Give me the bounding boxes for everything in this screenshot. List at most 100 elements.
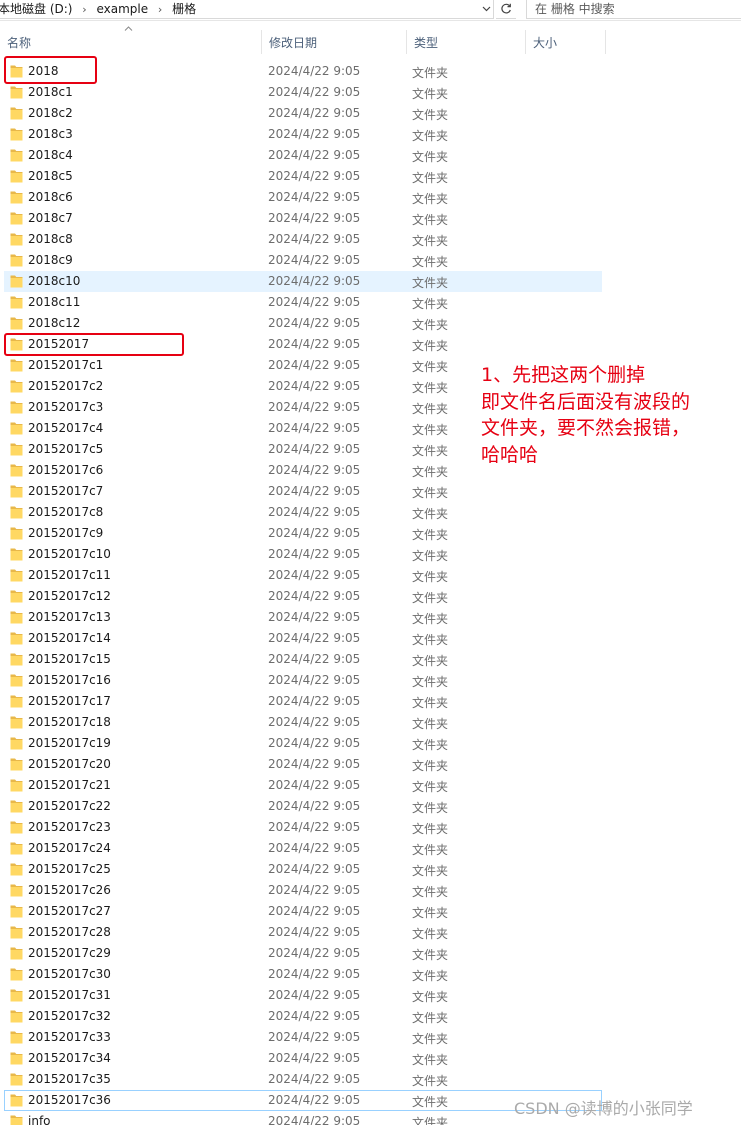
column-header-date-modified[interactable]: 修改日期 [262,20,407,62]
file-row[interactable]: 20152017c14 2024/4/22 9:05 文件夹 [0,628,741,649]
file-type: 文件夹 [412,1116,449,1125]
file-type: 文件夹 [412,717,449,731]
file-row[interactable]: 20152017c23 2024/4/22 9:05 文件夹 [0,817,741,838]
folder-icon [10,107,23,120]
file-row[interactable]: 2018c4 2024/4/22 9:05 文件夹 [0,145,741,166]
file-type: 文件夹 [412,507,449,521]
file-date-modified: 2024/4/22 9:05 [268,274,361,288]
file-name: 2018c3 [28,127,73,141]
file-row[interactable]: 2018c12 2024/4/22 9:05 文件夹 [0,313,741,334]
file-row[interactable]: 2018c8 2024/4/22 9:05 文件夹 [0,229,741,250]
folder-icon [10,1031,23,1044]
file-row[interactable]: 20152017c17 2024/4/22 9:05 文件夹 [0,691,741,712]
file-date-modified: 2024/4/22 9:05 [268,1009,361,1023]
file-type: 文件夹 [412,885,449,899]
file-date-modified: 2024/4/22 9:05 [268,820,361,834]
breadcrumb-example[interactable]: example [94,0,150,18]
file-row[interactable]: 2018c2 2024/4/22 9:05 文件夹 [0,103,741,124]
file-row[interactable]: 20152017c24 2024/4/22 9:05 文件夹 [0,838,741,859]
file-type: 文件夹 [412,276,449,290]
file-name: 20152017c36 [28,1093,111,1107]
file-row[interactable]: 20152017c18 2024/4/22 9:05 文件夹 [0,712,741,733]
file-row[interactable]: 20152017c11 2024/4/22 9:05 文件夹 [0,565,741,586]
file-row[interactable]: 20152017c19 2024/4/22 9:05 文件夹 [0,733,741,754]
folder-icon [10,674,23,687]
file-row[interactable]: 2018c11 2024/4/22 9:05 文件夹 [0,292,741,313]
folder-icon [10,254,23,267]
file-row[interactable]: 20152017c32 2024/4/22 9:05 文件夹 [0,1006,741,1027]
file-row[interactable]: 20152017c22 2024/4/22 9:05 文件夹 [0,796,741,817]
file-row[interactable]: 20152017c26 2024/4/22 9:05 文件夹 [0,880,741,901]
folder-icon [10,779,23,792]
file-name: 2018 [28,64,59,78]
file-date-modified: 2024/4/22 9:05 [268,169,361,183]
file-row[interactable]: 20152017c16 2024/4/22 9:05 文件夹 [0,670,741,691]
file-date-modified: 2024/4/22 9:05 [268,1072,361,1086]
file-name: 20152017c33 [28,1030,111,1044]
chevron-down-icon[interactable] [479,0,493,18]
file-row[interactable]: 20152017c29 2024/4/22 9:05 文件夹 [0,943,741,964]
file-date-modified: 2024/4/22 9:05 [268,127,361,141]
file-type: 文件夹 [412,129,449,143]
file-type: 文件夹 [412,696,449,710]
file-row[interactable]: 2018c5 2024/4/22 9:05 文件夹 [0,166,741,187]
file-row[interactable]: 20152017c8 2024/4/22 9:05 文件夹 [0,502,741,523]
folder-icon [10,86,23,99]
file-row[interactable]: 2018c9 2024/4/22 9:05 文件夹 [0,250,741,271]
file-row[interactable]: 20152017c7 2024/4/22 9:05 文件夹 [0,481,741,502]
column-header-size[interactable]: 大小 [526,20,606,62]
breadcrumb-drive[interactable]: 本地磁盘 (D:) [0,0,74,18]
file-row[interactable]: 20152017c33 2024/4/22 9:05 文件夹 [0,1027,741,1048]
file-name: 2018c9 [28,253,73,267]
folder-icon [10,863,23,876]
column-header-type[interactable]: 类型 [407,20,526,62]
file-row[interactable]: 20152017c21 2024/4/22 9:05 文件夹 [0,775,741,796]
file-row[interactable]: 2018c7 2024/4/22 9:05 文件夹 [0,208,741,229]
file-list: 2018 2024/4/22 9:05 文件夹 2018c1 2024/4/22… [0,61,741,1125]
column-header-name[interactable]: 名称 [0,20,262,62]
file-row[interactable]: 20152017c34 2024/4/22 9:05 文件夹 [0,1048,741,1069]
file-type: 文件夹 [412,318,449,332]
folder-icon [10,422,23,435]
file-name: 20152017 [28,337,90,351]
breadcrumb[interactable]: 本地磁盘 (D:) › example › 栅格 [0,0,494,19]
breadcrumb-current-folder[interactable]: 栅格 [170,0,198,18]
refresh-button[interactable] [496,0,516,19]
chevron-right-icon[interactable]: › [74,3,94,16]
file-date-modified: 2024/4/22 9:05 [268,526,361,540]
file-date-modified: 2024/4/22 9:05 [268,484,361,498]
search-input[interactable] [527,2,740,16]
file-row[interactable]: 2018c3 2024/4/22 9:05 文件夹 [0,124,741,145]
folder-icon [10,989,23,1002]
column-divider[interactable] [605,30,606,54]
file-name: 20152017c5 [28,442,104,456]
file-row[interactable]: 20152017c30 2024/4/22 9:05 文件夹 [0,964,741,985]
file-row[interactable]: 20152017c15 2024/4/22 9:05 文件夹 [0,649,741,670]
file-date-modified: 2024/4/22 9:05 [268,862,361,876]
file-row[interactable]: 20152017c20 2024/4/22 9:05 文件夹 [0,754,741,775]
chevron-right-icon[interactable]: › [150,3,170,16]
file-name: 20152017c28 [28,925,111,939]
file-row[interactable]: 20152017c27 2024/4/22 9:05 文件夹 [0,901,741,922]
file-row[interactable]: 2018c1 2024/4/22 9:05 文件夹 [0,82,741,103]
folder-icon [10,170,23,183]
file-row[interactable]: 20152017c9 2024/4/22 9:05 文件夹 [0,523,741,544]
file-name: 20152017c2 [28,379,104,393]
search-box[interactable] [526,0,741,19]
file-row[interactable]: 20152017c10 2024/4/22 9:05 文件夹 [0,544,741,565]
file-row[interactable]: 20152017c13 2024/4/22 9:05 文件夹 [0,607,741,628]
file-row[interactable]: 20152017c28 2024/4/22 9:05 文件夹 [0,922,741,943]
file-row[interactable]: 20152017 2024/4/22 9:05 文件夹 [0,334,741,355]
folder-icon [10,821,23,834]
folder-icon [10,1094,23,1107]
file-date-modified: 2024/4/22 9:05 [268,442,361,456]
file-row[interactable]: 2018c10 2024/4/22 9:05 文件夹 [0,271,741,292]
file-row[interactable]: 20152017c25 2024/4/22 9:05 文件夹 [0,859,741,880]
file-date-modified: 2024/4/22 9:05 [268,148,361,162]
file-row[interactable]: 20152017c12 2024/4/22 9:05 文件夹 [0,586,741,607]
file-row[interactable]: 20152017c31 2024/4/22 9:05 文件夹 [0,985,741,1006]
file-row[interactable]: 20152017c35 2024/4/22 9:05 文件夹 [0,1069,741,1090]
file-row[interactable]: 2018c6 2024/4/22 9:05 文件夹 [0,187,741,208]
file-row[interactable]: 2018 2024/4/22 9:05 文件夹 [0,61,741,82]
file-name: 20152017c31 [28,988,111,1002]
